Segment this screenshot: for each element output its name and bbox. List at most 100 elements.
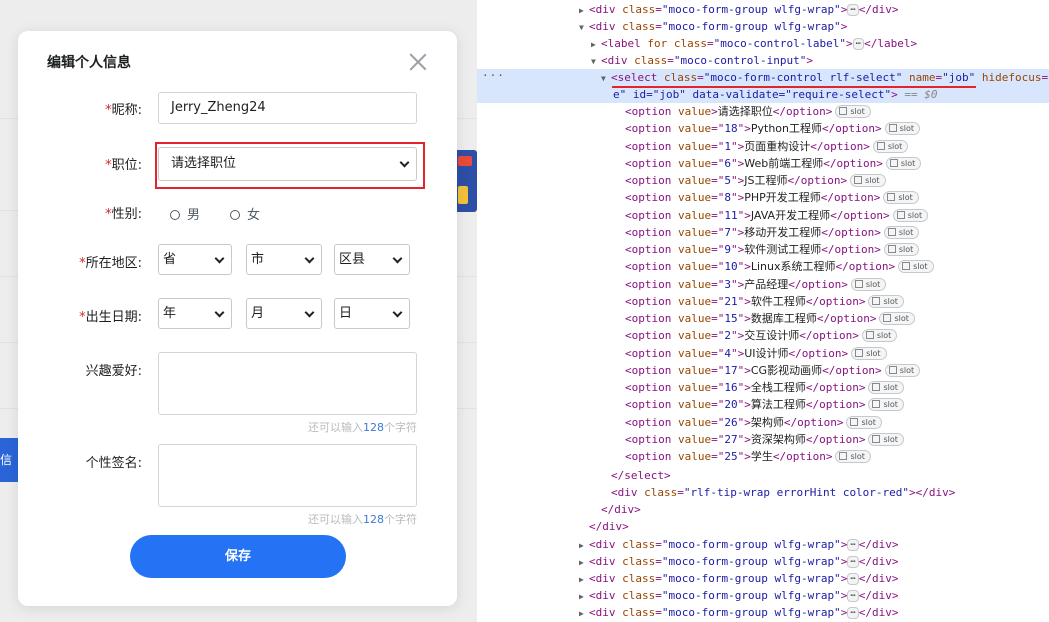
dom-node-option[interactable]: <option value="27">资深架构师</option> slot xyxy=(625,431,904,448)
dom-node-collapsed[interactable]: ▶ <div class="moco-form-group wlfg-wrap">… xyxy=(579,604,898,621)
slot-badge[interactable]: slot xyxy=(868,294,904,308)
select-name-underline xyxy=(612,86,976,88)
slot-badge[interactable]: slot xyxy=(872,139,909,153)
slot-badge[interactable]: slot xyxy=(883,243,920,256)
slot-badge[interactable]: slot xyxy=(883,191,919,205)
expand-arrow-icon[interactable]: ▶ xyxy=(591,36,601,53)
close-icon[interactable] xyxy=(407,51,429,73)
slot-badge[interactable]: slot xyxy=(846,415,882,429)
slot-badge[interactable]: slot xyxy=(850,174,886,187)
slot-badge[interactable]: slot xyxy=(879,312,915,325)
ellipsis-icon[interactable]: ⋯ xyxy=(847,607,859,619)
slot-badge[interactable]: slot xyxy=(835,450,871,463)
dom-node-option[interactable]: <option value="9">软件测试工程师</option> slot xyxy=(625,241,920,258)
dom-node-option[interactable]: <option value="16">全栈工程师</option> slot xyxy=(625,379,904,396)
hobby-textarea[interactable] xyxy=(158,352,417,415)
ellipsis-icon[interactable]: ⋯ xyxy=(847,573,859,585)
reveal-icon xyxy=(888,124,897,133)
dom-node-option[interactable]: <option value="17">CG影视动画师</option> slot xyxy=(625,362,921,379)
dom-node-option[interactable]: <option value>请选择职位</option> slot xyxy=(625,103,871,120)
dom-node-option[interactable]: <option value="20">算法工程师</option> slot xyxy=(625,396,904,413)
slot-badge[interactable]: slot xyxy=(850,277,887,291)
dom-node-option[interactable]: <option value="1">页面重构设计</option> slot xyxy=(625,138,909,155)
dom-node-option[interactable]: <option value="2">交互设计师</option> slot xyxy=(625,327,898,344)
expand-arrow-icon[interactable]: ▶ xyxy=(579,2,589,19)
dom-node-option[interactable]: <option value="10">Linux系统工程师</option> sl… xyxy=(625,258,934,275)
dom-node-option[interactable]: <option value="6">Web前端工程师</option> slot xyxy=(625,155,922,172)
slot-badge[interactable]: slot xyxy=(868,432,904,446)
more-actions-icon[interactable]: ··· xyxy=(482,69,505,82)
slot-badge[interactable]: slot xyxy=(885,156,922,170)
dom-node-collapsed[interactable]: ▶ <div class="moco-form-group wlfg-wrap">… xyxy=(579,1,898,18)
dom-node-collapsed[interactable]: ▶ <div class="moco-form-group wlfg-wrap">… xyxy=(579,553,898,570)
option-value: 7 xyxy=(724,225,731,239)
reveal-icon xyxy=(872,296,881,305)
ellipsis-icon[interactable]: ⋯ xyxy=(847,556,859,568)
dom-node-option[interactable]: <option value="15">数据库工程师</option> slot xyxy=(625,310,915,327)
dom-node-option[interactable]: <option value="5">JS工程师</option> slot xyxy=(625,172,886,189)
dom-node-option[interactable]: <option value="4">UI设计师</option> slot xyxy=(625,345,887,362)
month-select[interactable]: 月 xyxy=(246,298,322,329)
chevron-down-icon xyxy=(214,253,225,264)
ellipsis-icon[interactable]: ⋯ xyxy=(847,590,859,602)
dom-node-collapsed[interactable]: ▶ <div class="moco-form-group wlfg-wrap">… xyxy=(579,536,898,553)
ellipsis-icon[interactable]: ⋯ xyxy=(847,4,859,16)
ellipsis-icon[interactable]: ⋯ xyxy=(852,38,865,50)
expand-arrow-icon[interactable]: ▶ xyxy=(579,571,589,588)
dom-node-collapsed[interactable]: ▶ <div class="moco-form-group wlfg-wrap">… xyxy=(579,587,898,604)
dom-node-option[interactable]: <option value="7">移动开发工程师</option> slot xyxy=(625,224,920,241)
district-select[interactable]: 区县 xyxy=(334,244,410,275)
slot-badge[interactable]: slot xyxy=(884,363,921,377)
dom-node-input-wrap[interactable]: ▼ <div class="moco-control-input"> xyxy=(591,52,813,69)
gender-radio-female[interactable]: 女 xyxy=(230,204,260,223)
day-select[interactable]: 日 xyxy=(334,298,410,329)
reveal-icon xyxy=(872,383,881,391)
region-label: *所在地区: xyxy=(79,256,142,271)
slot-badge[interactable]: slot xyxy=(892,208,929,222)
slot-badge[interactable]: slot xyxy=(868,381,904,394)
slot-badge[interactable]: slot xyxy=(868,398,904,412)
province-select[interactable]: 省 xyxy=(158,244,232,275)
slot-badge[interactable]: slot xyxy=(851,346,887,360)
dom-node-option[interactable]: <option value="11">JAVA开发工程师</option> slo… xyxy=(625,207,929,224)
option-text: 资深架构师 xyxy=(750,432,806,446)
ellipsis-icon[interactable]: ⋯ xyxy=(847,539,859,551)
slot-badge[interactable]: slot xyxy=(883,225,920,239)
reveal-icon xyxy=(839,107,848,115)
collapse-arrow-icon[interactable]: ▼ xyxy=(579,19,589,36)
signature-textarea[interactable] xyxy=(158,444,417,507)
year-select[interactable]: 年 xyxy=(158,298,232,329)
backdrop-info-tab[interactable]: 信息 xyxy=(0,438,20,482)
option-value: 9 xyxy=(724,243,731,256)
nickname-input[interactable]: Jerry_Zheng24 xyxy=(158,92,417,124)
save-button[interactable]: 保存 xyxy=(130,535,346,578)
gender-radio-male[interactable]: 男 xyxy=(170,204,200,223)
expand-arrow-icon[interactable]: ▶ xyxy=(579,588,589,605)
reveal-icon xyxy=(839,452,848,460)
slot-badge[interactable]: slot xyxy=(861,329,898,343)
collapse-arrow-icon[interactable]: ▼ xyxy=(591,53,601,70)
expand-arrow-icon[interactable]: ▶ xyxy=(579,605,589,622)
dom-node-option[interactable]: <option value="25">学生</option> slot xyxy=(625,448,871,465)
dom-node-option[interactable]: <option value="18">Python工程师</option> slo… xyxy=(625,120,921,137)
dom-node-tip[interactable]: <div class="rlf-tip-wrap errorHint color… xyxy=(611,484,955,501)
dom-node-select-selected[interactable]: ▼ <select class="moco-form-control rlf-se… xyxy=(477,69,1049,86)
chevron-down-icon xyxy=(214,307,225,318)
dom-node-collapsed[interactable]: ▶ <div class="moco-form-group wlfg-wrap">… xyxy=(579,570,898,587)
dom-node-option[interactable]: <option value="8">PHP开发工程师</option> slot xyxy=(625,189,919,206)
slot-badge[interactable]: slot xyxy=(884,122,921,136)
dom-node-option[interactable]: <option value="21">软件工程师</option> slot xyxy=(625,293,904,310)
dom-node-option[interactable]: <option value="26">架构师</option> slot xyxy=(625,414,882,431)
radio-icon xyxy=(230,210,240,220)
option-value: 27 xyxy=(724,432,738,446)
dom-node-expanded[interactable]: ▼ <div class="moco-form-group wlfg-wrap"> xyxy=(579,18,847,35)
city-select[interactable]: 市 xyxy=(246,244,322,275)
reveal-icon xyxy=(888,365,897,374)
slot-badge[interactable]: slot xyxy=(898,260,934,274)
dom-node-label[interactable]: ▶ <label for class="moco-control-label"> ⋯… xyxy=(591,35,917,52)
collapse-arrow-icon[interactable]: ▼ xyxy=(601,70,611,87)
expand-arrow-icon[interactable]: ▶ xyxy=(579,537,589,554)
slot-badge[interactable]: slot xyxy=(835,105,871,118)
dom-node-option[interactable]: <option value="3">产品经理</option> slot xyxy=(625,276,887,293)
expand-arrow-icon[interactable]: ▶ xyxy=(579,554,589,571)
